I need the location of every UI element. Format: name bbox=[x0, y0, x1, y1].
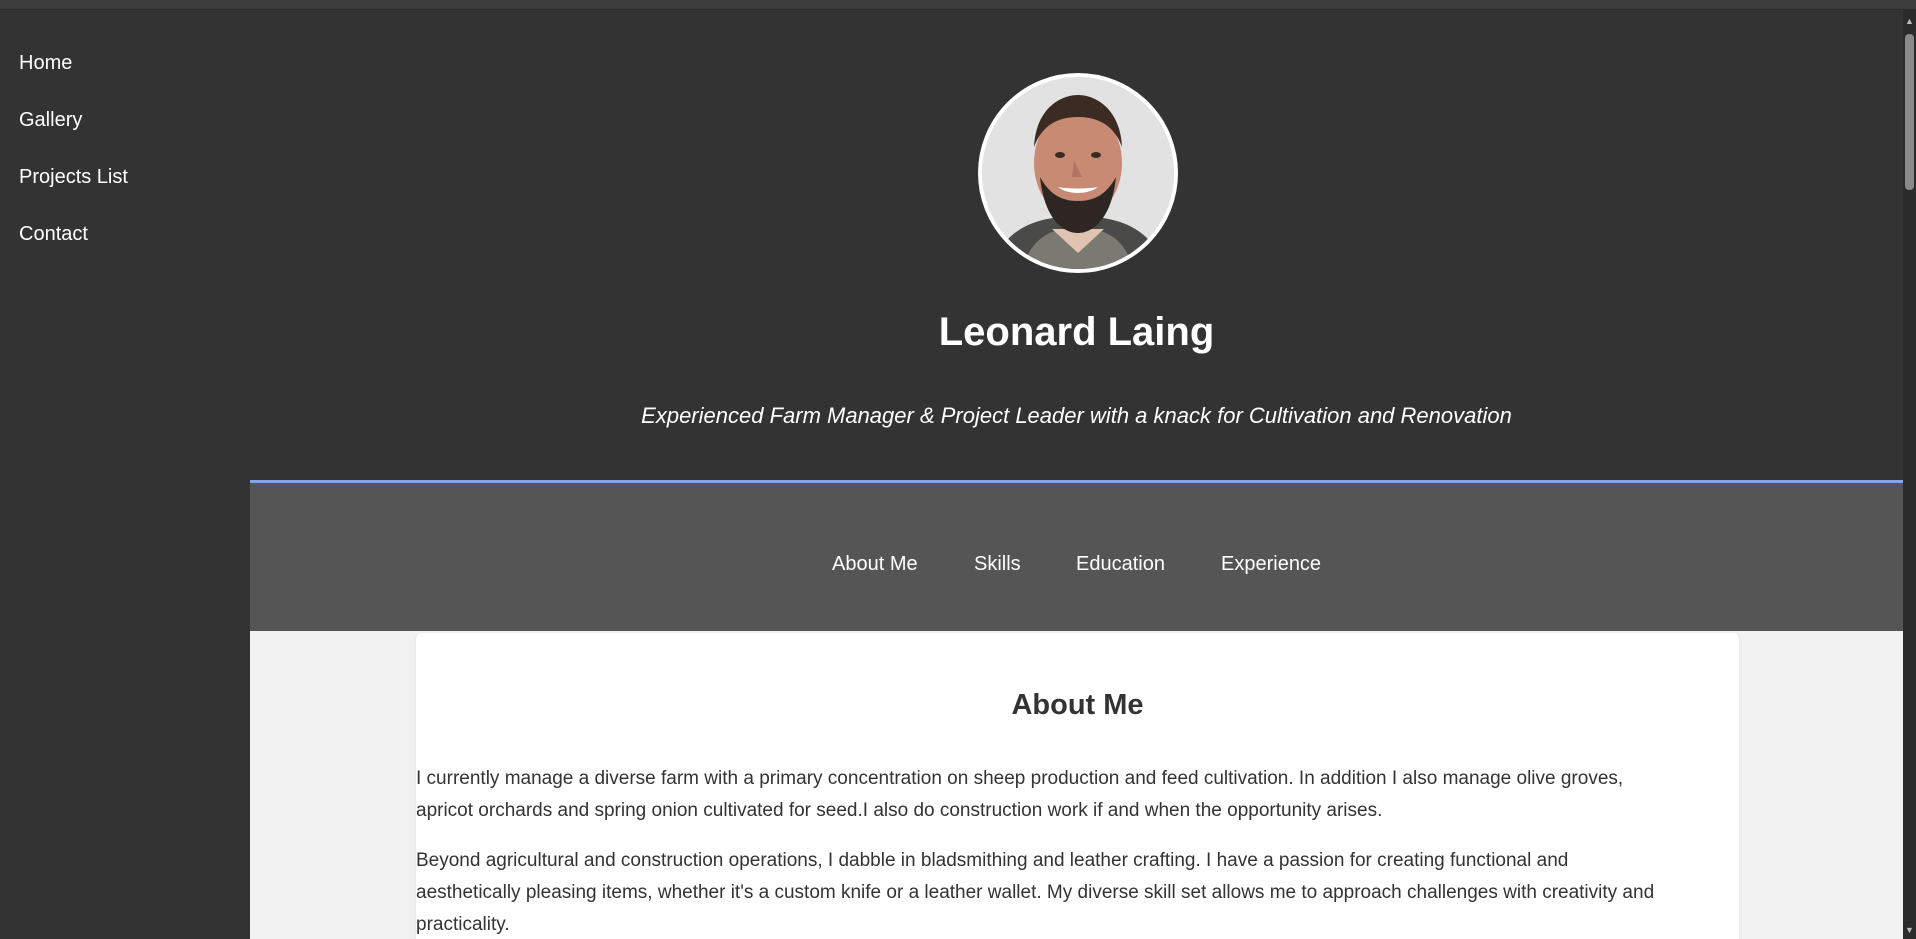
tab-about-me[interactable]: About Me bbox=[832, 553, 918, 576]
tab-education[interactable]: Education bbox=[1076, 553, 1165, 576]
scroll-down-arrow-icon[interactable]: ▼ bbox=[1903, 921, 1916, 939]
about-paragraph-2-line: Beyond agricultural and construction ope… bbox=[416, 850, 1569, 871]
about-card: About Me I currently manage a diverse fa… bbox=[416, 633, 1739, 939]
sidebar-item-contact[interactable]: Contact bbox=[19, 223, 88, 246]
tab-skills[interactable]: Skills bbox=[974, 553, 1021, 576]
scroll-up-arrow-icon[interactable]: ▲ bbox=[1903, 10, 1916, 32]
scrollbar-thumb[interactable] bbox=[1905, 34, 1914, 190]
content-area: About Me I currently manage a diverse fa… bbox=[250, 631, 1903, 939]
vertical-scrollbar[interactable]: ▲ ▼ bbox=[1903, 10, 1916, 939]
profile-header: Leonard Laing Experienced Farm Manager &… bbox=[250, 10, 1903, 483]
browser-top-strip bbox=[0, 0, 1916, 10]
sidebar-item-gallery[interactable]: Gallery bbox=[19, 109, 82, 132]
profile-tagline: Experienced Farm Manager & Project Leade… bbox=[641, 403, 1512, 428]
tab-experience[interactable]: Experience bbox=[1221, 553, 1321, 576]
about-title: About Me bbox=[1011, 689, 1144, 721]
about-paragraph-2: Beyond agricultural and construction ope… bbox=[416, 845, 1739, 939]
profile-name: Leonard Laing bbox=[938, 310, 1215, 354]
sidebar: Home Gallery Projects List Contact bbox=[0, 10, 250, 939]
sidebar-item-projects-list[interactable]: Projects List bbox=[19, 166, 128, 189]
section-tabs: About Me Skills Education Experience bbox=[250, 483, 1903, 631]
main-content: Leonard Laing Experienced Farm Manager &… bbox=[250, 10, 1903, 939]
about-paragraph-1-line: apricot orchards and spring onion cultiv… bbox=[416, 800, 1383, 821]
portrait-photo-icon bbox=[982, 77, 1174, 269]
about-paragraph-1: I currently manage a diverse farm with a… bbox=[416, 763, 1739, 827]
about-paragraph-1-line: I currently manage a diverse farm with a… bbox=[416, 768, 1624, 789]
about-paragraph-2-line: aesthetically pleasing items, whether it… bbox=[416, 882, 1655, 903]
avatar bbox=[978, 73, 1178, 273]
about-paragraph-2-line: practicality. bbox=[416, 914, 510, 935]
sidebar-item-home[interactable]: Home bbox=[19, 52, 72, 75]
